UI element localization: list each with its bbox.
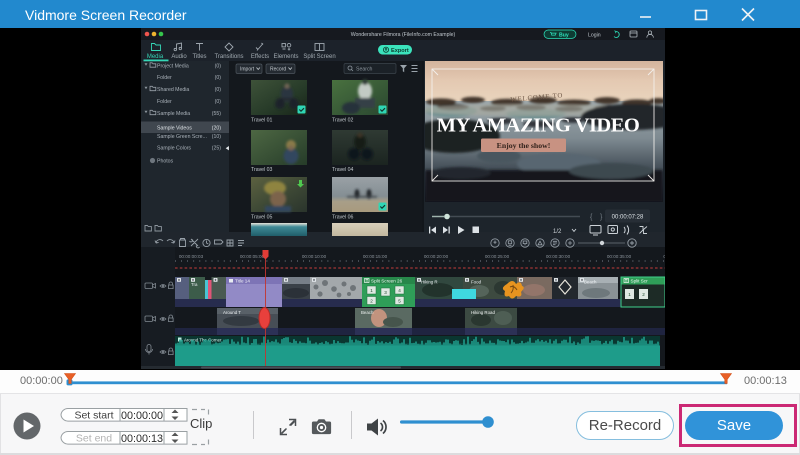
svg-text:00:00:20:00: 00:00:20:00 <box>424 254 449 259</box>
svg-text:Around The Corner: Around The Corner <box>184 338 222 343</box>
svg-text:3: 3 <box>384 290 387 295</box>
svg-text:Split Screen: Split Screen <box>303 54 335 60</box>
svg-text:Around T: Around T <box>223 310 241 315</box>
svg-text:(0): (0) <box>215 99 222 105</box>
svg-text:Elements: Elements <box>273 54 298 60</box>
svg-text:Folder: Folder <box>157 99 172 105</box>
svg-text:Travel 05: Travel 05 <box>251 215 273 221</box>
svg-text:Buy: Buy <box>559 32 569 38</box>
svg-text:Travel 03: Travel 03 <box>251 167 273 173</box>
svg-text:Split Scr: Split Scr <box>631 279 649 284</box>
svg-text:Record: Record <box>270 67 286 73</box>
svg-text:Effects: Effects <box>251 54 269 60</box>
svg-text:Set start: Set start <box>74 409 113 421</box>
svg-text:(0): (0) <box>215 87 222 93</box>
svg-text:Sample Green Scre...: Sample Green Scre... <box>157 134 207 140</box>
svg-text:00:00:10:00: 00:00:10:00 <box>302 254 327 259</box>
svg-text:Sample Colors: Sample Colors <box>157 146 191 152</box>
svg-text:00:00:00: 00:00:00 <box>121 410 163 422</box>
svg-text:00:00:35:00: 00:00:35:00 <box>607 254 632 259</box>
svg-text:1/2: 1/2 <box>553 229 562 235</box>
svg-text:00:00:00:03: 00:00:00:03 <box>179 254 204 259</box>
svg-text:Travel 01: Travel 01 <box>251 118 273 124</box>
svg-text:Beach: Beach <box>584 280 597 285</box>
svg-text:Travel 02: Travel 02 <box>332 118 354 124</box>
svg-text:Title 14: Title 14 <box>235 279 250 284</box>
svg-text:(20): (20) <box>212 126 221 132</box>
svg-text:00:00:13: 00:00:13 <box>121 433 163 445</box>
svg-text:00:00:4: 00:00:4 <box>663 254 665 259</box>
svg-text:(55): (55) <box>212 111 221 117</box>
svg-text:Photos: Photos <box>157 159 174 165</box>
svg-text:2: 2 <box>642 292 645 297</box>
svg-text:Media: Media <box>147 54 164 60</box>
svg-text:Export: Export <box>391 48 409 54</box>
svg-text:Wondershare Filmora (FileInfo.: Wondershare Filmora (FileInfo.com Exampl… <box>351 32 456 38</box>
svg-text:1: 1 <box>370 288 373 293</box>
svg-text:Sample Videos: Sample Videos <box>157 126 192 132</box>
svg-text:Travel 04: Travel 04 <box>332 167 354 173</box>
svg-text:00:00:25:00: 00:00:25:00 <box>485 254 510 259</box>
svg-text:5: 5 <box>398 298 401 303</box>
svg-text:1: 1 <box>628 292 631 297</box>
svg-text:00:00:30:00: 00:00:30:00 <box>546 254 571 259</box>
svg-text:Split Screen 26: Split Screen 26 <box>371 279 403 284</box>
svg-text:Sample Media: Sample Media <box>157 111 190 117</box>
svg-text:(25): (25) <box>212 146 221 152</box>
svg-text:Login: Login <box>588 32 601 38</box>
svg-text:(0): (0) <box>215 64 222 70</box>
svg-text:Import: Import <box>240 67 255 73</box>
svg-text:00:00:15:00: 00:00:15:00 <box>363 254 388 259</box>
svg-text:Shared Media: Shared Media <box>157 87 189 93</box>
svg-text:00:00:05:00: 00:00:05:00 <box>240 254 265 259</box>
svg-text:Project Media: Project Media <box>157 64 189 70</box>
svg-text:Folder: Folder <box>157 75 172 81</box>
svg-text:2: 2 <box>370 298 373 303</box>
svg-text:00:00:07:28: 00:00:07:28 <box>612 215 644 221</box>
svg-text:(0): (0) <box>215 75 222 81</box>
svg-text:Hiking R: Hiking R <box>421 280 438 285</box>
svg-text:Hiking Road: Hiking Road <box>471 310 495 315</box>
svg-text:Search: Search <box>356 67 373 73</box>
svg-text:Set end: Set end <box>76 432 112 444</box>
svg-text:Food: Food <box>471 280 482 285</box>
svg-text:MY AMAZING VIDEO: MY AMAZING VIDEO <box>437 115 640 137</box>
svg-text:4: 4 <box>398 288 401 293</box>
svg-text:Beach: Beach <box>361 310 374 315</box>
svg-text:Transitions: Transitions <box>214 54 243 60</box>
svg-text:Titles: Titles <box>192 54 206 60</box>
svg-text:Travel 06: Travel 06 <box>332 215 354 221</box>
svg-text:(10): (10) <box>212 134 221 140</box>
svg-text:Audio: Audio <box>171 54 187 60</box>
svg-text:Enjoy the show!: Enjoy the show! <box>497 141 551 150</box>
svg-text:Tra: Tra <box>191 282 198 287</box>
